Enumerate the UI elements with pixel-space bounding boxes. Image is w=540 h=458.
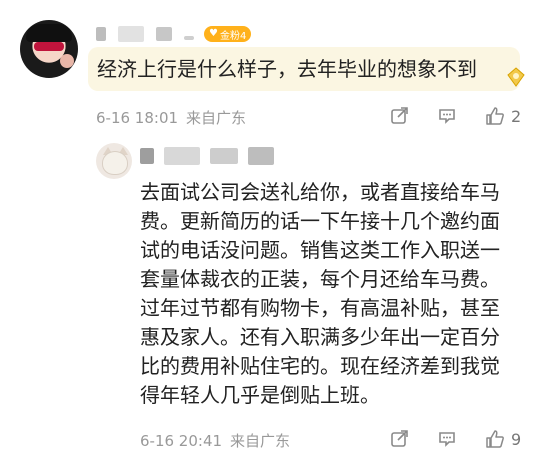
share-icon[interactable] [389,106,409,126]
comment-text: 经济上行是什么样子，去年毕业的想象不到 [97,57,477,81]
reply-actions: 9 [389,429,521,449]
reply-avatar[interactable] [96,143,132,179]
comment-icon[interactable] [437,106,457,126]
like-icon[interactable] [485,106,505,126]
reply-meta: 6-16 20:41 来自广东 [140,430,290,451]
comment-icon[interactable] [437,429,457,449]
like-count: 9 [511,429,522,449]
fan-heart-icon: ♥ [209,28,218,39]
gem-badge-icon [507,67,525,87]
fan-badge: ♥ 金粉4 [204,26,252,42]
comment-thread: ♥ 金粉4 经济上行是什么样子，去年毕业的想象不到 6-16 18:01 来自广… [0,0,540,458]
fan-badge-label: 金粉4 [219,30,247,42]
like-icon[interactable] [485,429,505,449]
reply-text: 去面试公司会送礼给你，或者直接给车马费。更新简历的话一下午接十几个邀约面试的电话… [140,180,500,407]
reply-time: 6-16 20:41 [140,431,223,450]
comment-meta: 6-16 18:01 来自广东 [96,107,246,128]
reply-location: 来自广东 [230,432,291,450]
comment-location: 来自广东 [186,109,247,127]
like-count: 2 [511,106,522,126]
avatar[interactable] [20,20,78,78]
share-icon[interactable] [389,429,409,449]
username-redacted[interactable] [96,26,194,42]
reply-username-redacted[interactable] [140,147,274,165]
comment-actions: 2 [389,106,521,126]
username-row: ♥ 金粉4 [96,24,252,44]
comment-time: 6-16 18:01 [96,108,179,127]
